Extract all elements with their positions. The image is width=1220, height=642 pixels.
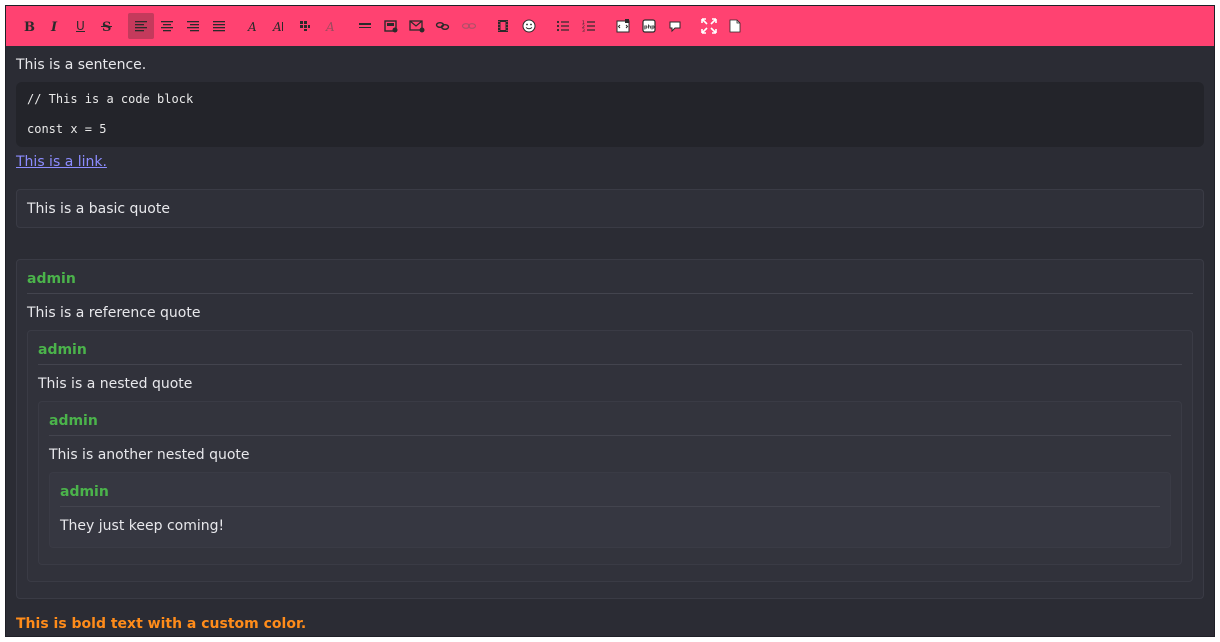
quote-author: admin (38, 341, 1182, 365)
insert-video-icon[interactable] (490, 13, 516, 39)
svg-text:php: php (644, 25, 655, 31)
align-left-button[interactable] (128, 13, 154, 39)
insert-code-icon[interactable] (610, 13, 636, 39)
font-size-icon[interactable]: A (266, 13, 292, 39)
svg-text:A: A (272, 20, 282, 33)
code-line: // This is a code block (27, 92, 194, 106)
underline-button[interactable]: U (68, 13, 94, 39)
font-icon[interactable]: A (240, 13, 266, 39)
remove-format-icon[interactable]: A (318, 13, 344, 39)
insert-email-icon[interactable] (404, 13, 430, 39)
content-link[interactable]: This is a link. (16, 154, 107, 170)
nested-quote: admin This is a nested quote admin This … (27, 330, 1193, 582)
quote-text: This is a nested quote (38, 376, 193, 392)
svg-text:U: U (76, 19, 85, 33)
emoticon-icon[interactable] (516, 13, 542, 39)
quote-text: They just keep coming! (60, 518, 225, 534)
basic-quote-text: This is a basic quote (27, 200, 170, 217)
nested-quote: admin This is another nested quote admin… (38, 401, 1182, 565)
insert-link-icon[interactable] (430, 13, 456, 39)
unlink-icon[interactable] (456, 13, 482, 39)
quote-text: This is another nested quote (49, 447, 250, 463)
horizontal-rule-icon[interactable] (352, 13, 378, 39)
italic-button[interactable]: I (42, 13, 68, 39)
quote-author: admin (49, 412, 1171, 436)
svg-text:3: 3 (582, 28, 585, 33)
php-icon[interactable]: php (636, 13, 662, 39)
quote-text: This is a reference quote (27, 305, 201, 321)
strikethrough-button[interactable]: S (94, 13, 120, 39)
code-line: const x = 5 (27, 122, 107, 136)
view-source-icon[interactable] (722, 13, 748, 39)
svg-text:A: A (247, 20, 257, 33)
sentence-text: This is a sentence. (16, 57, 147, 73)
nested-quote: admin They just keep coming! (49, 472, 1171, 548)
code-block: // This is a code block const x = 5 (16, 82, 1204, 147)
custom-color-bold-text: This is bold text with a custom color. (16, 616, 307, 632)
basic-quote: This is a basic quote (16, 189, 1204, 228)
svg-text:B: B (24, 20, 35, 33)
quote-author: admin (27, 270, 1193, 294)
svg-text:A: A (325, 20, 335, 33)
justify-button[interactable] (206, 13, 232, 39)
color-picker-icon[interactable] (292, 13, 318, 39)
insert-image-icon[interactable] (378, 13, 404, 39)
quote-icon[interactable] (662, 13, 688, 39)
svg-text:I: I (50, 20, 58, 33)
quote-author: admin (60, 483, 1160, 507)
editor-toolbar: B I U S A A A 1 2 3 php (6, 6, 1214, 46)
reference-quote: admin This is a reference quote admin Th… (16, 259, 1204, 599)
wysiwyg-editor: B I U S A A A 1 2 3 php This is a senten… (5, 5, 1215, 637)
maximize-icon[interactable] (696, 13, 722, 39)
bold-button[interactable]: B (16, 13, 42, 39)
ordered-list-icon[interactable]: 123 (576, 13, 602, 39)
bullet-list-icon[interactable] (550, 13, 576, 39)
align-center-button[interactable] (154, 13, 180, 39)
editor-content[interactable]: This is a sentence. // This is a code bl… (6, 46, 1214, 633)
align-right-button[interactable] (180, 13, 206, 39)
